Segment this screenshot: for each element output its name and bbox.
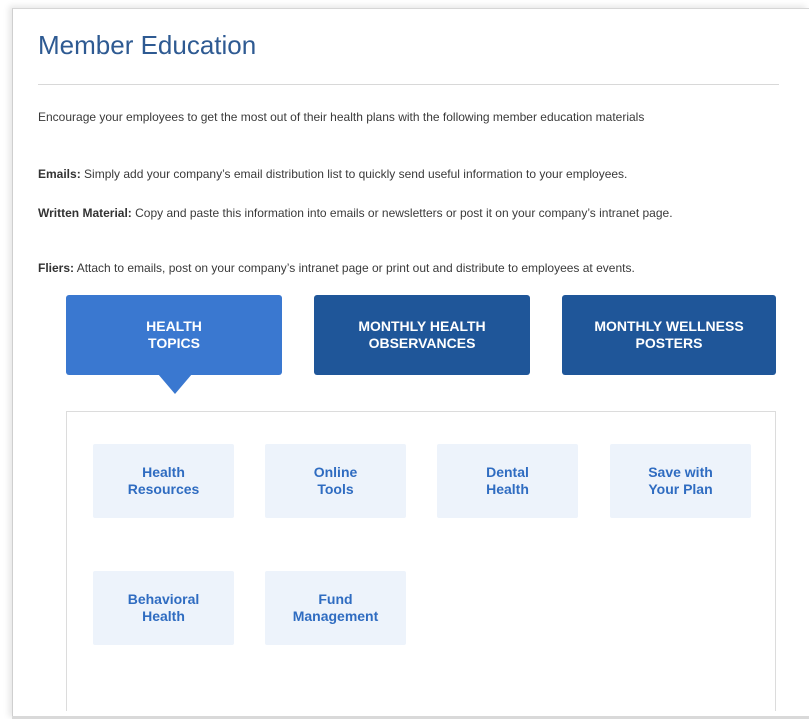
- topic-label-line1: Behavioral: [127, 591, 200, 607]
- written-material-text: Copy and paste this information into ema…: [131, 206, 673, 220]
- tab-label-line2: TOPICS: [148, 335, 200, 351]
- topic-save-with-your-plan[interactable]: Save with Your Plan: [610, 444, 751, 518]
- tab-label-line1: MONTHLY WELLNESS: [594, 318, 744, 334]
- tab-label-line1: MONTHLY HEALTH: [358, 318, 486, 334]
- topic-dental-health[interactable]: Dental Health: [437, 444, 578, 518]
- title-divider: [38, 84, 779, 85]
- written-material-paragraph: Written Material: Copy and paste this in…: [38, 203, 778, 223]
- topic-label-line2: Resources: [127, 481, 200, 497]
- topic-label-line1: Fund: [318, 591, 353, 607]
- tab-label-line1: HEALTH: [146, 318, 202, 334]
- topic-label-line2: Tools: [317, 481, 354, 497]
- topic-label-line2: Health: [142, 608, 185, 624]
- topic-online-tools[interactable]: Online Tools: [265, 444, 406, 518]
- emails-text: Simply add your company’s email distribu…: [80, 167, 628, 181]
- topic-label-line2: Your Plan: [648, 481, 713, 497]
- fliers-text: Attach to emails, post on your company’s…: [74, 261, 635, 275]
- topic-behavioral-health[interactable]: Behavioral Health: [93, 571, 234, 645]
- tab-monthly-wellness-posters[interactable]: MONTHLY WELLNESS POSTERS: [562, 295, 776, 375]
- intro-text: Encourage your employees to get the most…: [38, 110, 645, 124]
- topic-label-line1: Dental: [486, 464, 529, 480]
- page-title: Member Education: [38, 30, 257, 60]
- emails-paragraph: Emails: Simply add your company’s email …: [38, 164, 778, 184]
- topic-label-line2: Health: [486, 481, 529, 497]
- topic-label-line2: Management: [292, 608, 379, 624]
- tab-monthly-health-observances[interactable]: MONTHLY HEALTH OBSERVANCES: [314, 295, 530, 375]
- topic-label-line1: Save with: [648, 464, 713, 480]
- fliers-label: Fliers:: [38, 261, 75, 275]
- emails-label: Emails:: [38, 167, 81, 181]
- tab-label-line2: POSTERS: [635, 335, 703, 351]
- tab-label-line2: OBSERVANCES: [368, 335, 476, 351]
- topic-fund-management[interactable]: Fund Management: [265, 571, 406, 645]
- topic-label-line1: Health: [142, 464, 185, 480]
- topic-health-resources[interactable]: Health Resources: [93, 444, 234, 518]
- active-tab-pointer: [158, 374, 192, 394]
- topic-label-line1: Online: [313, 464, 358, 480]
- tab-health-topics[interactable]: HEALTH TOPICS: [66, 295, 282, 375]
- written-material-label: Written Material:: [38, 206, 132, 220]
- fliers-paragraph: Fliers: Attach to emails, post on your c…: [38, 258, 778, 278]
